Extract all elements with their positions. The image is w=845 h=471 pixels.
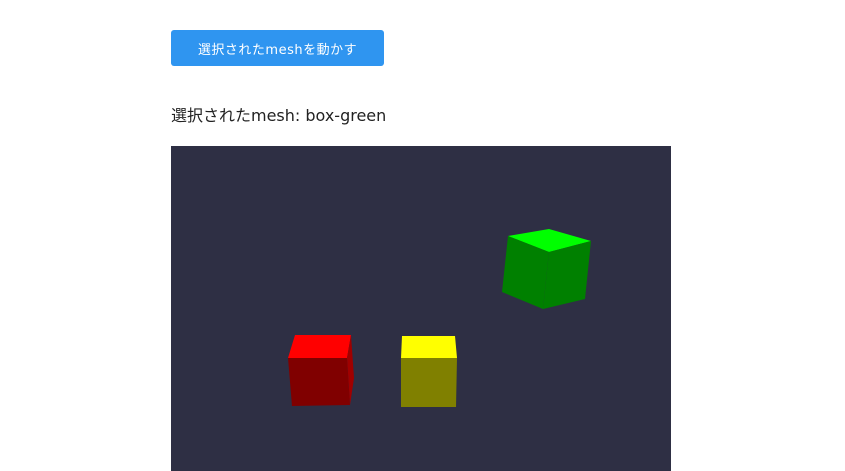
three-d-viewport[interactable]	[171, 146, 671, 471]
mesh-box-red[interactable]	[288, 335, 354, 406]
box-yellow-front-face	[401, 358, 457, 407]
selected-mesh-label: 選択されたmesh: box-green	[171, 106, 387, 125]
box-red-front-face	[288, 358, 350, 406]
move-selected-mesh-button[interactable]: 選択されたmeshを動かす	[171, 30, 384, 66]
page: 選択されたmeshを動かす 選択されたmesh: box-green	[0, 0, 845, 471]
mesh-box-green[interactable]	[502, 229, 591, 309]
box-yellow-top-face	[401, 336, 457, 358]
scene-canvas[interactable]	[171, 146, 671, 471]
mesh-box-yellow[interactable]	[401, 336, 457, 407]
box-red-top-face	[288, 335, 351, 358]
